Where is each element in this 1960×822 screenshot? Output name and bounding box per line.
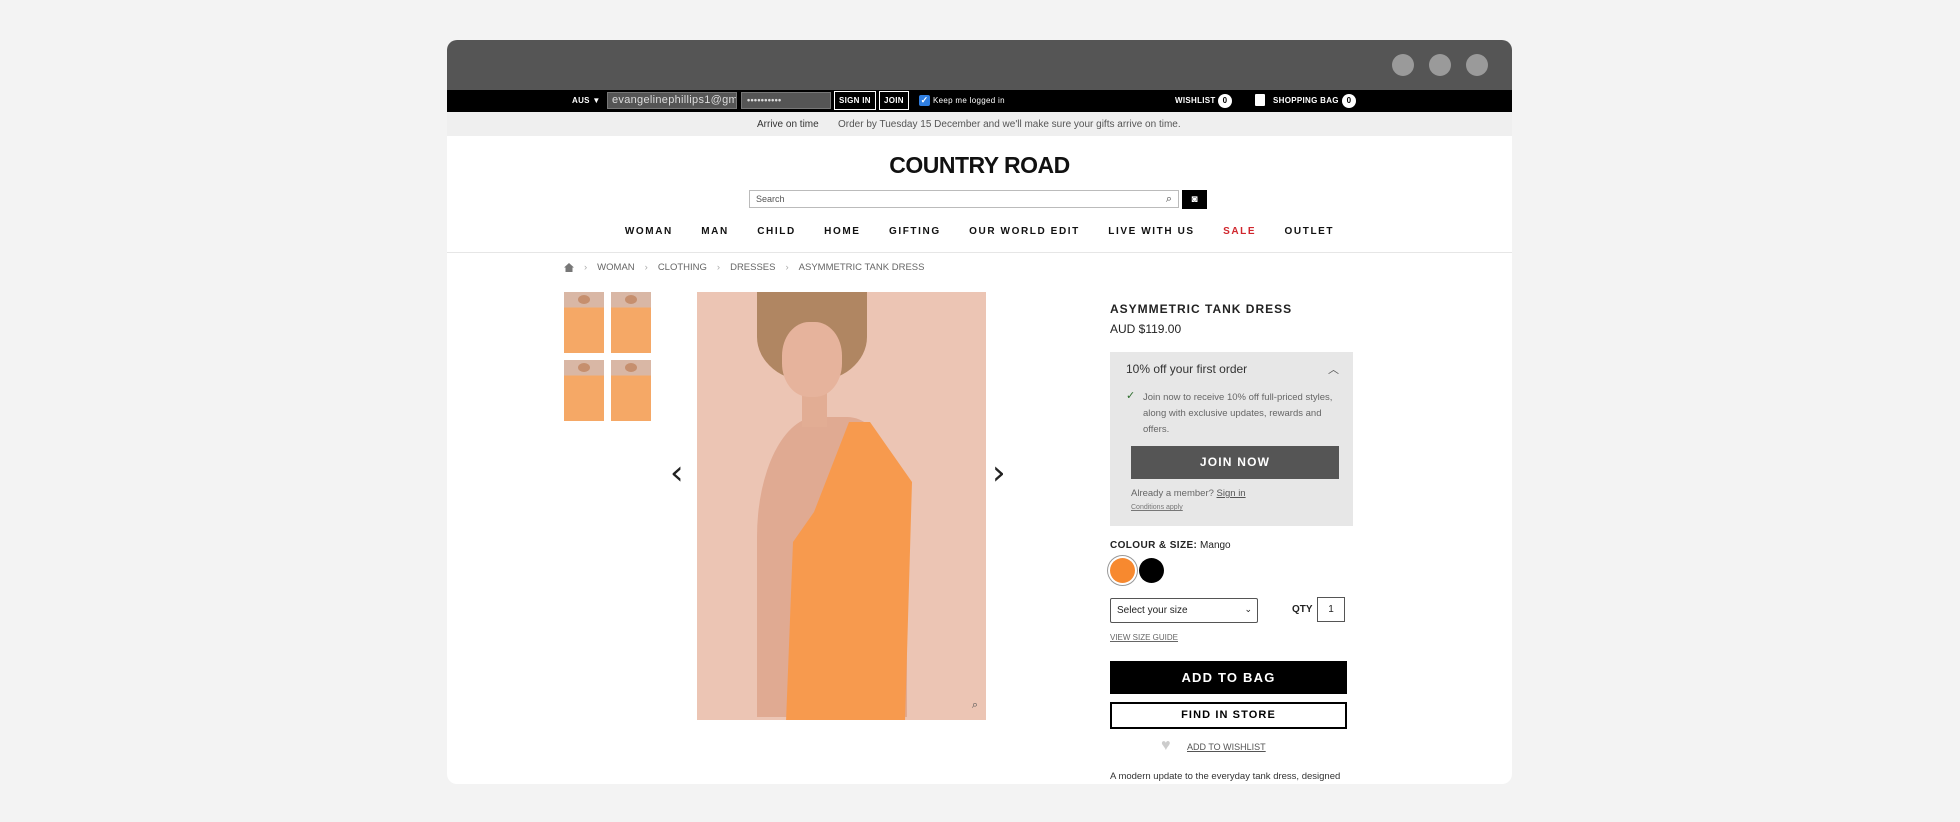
offer-heading[interactable]: 10% off your first order [1126, 362, 1247, 376]
product-thumbnail[interactable] [564, 360, 604, 421]
country-selector[interactable]: AUS ▼ [572, 96, 601, 105]
colour-size-heading: COLOUR & SIZE: [1110, 540, 1198, 551]
camera-icon: ◙ [1191, 194, 1198, 205]
already-member-label: Already a member? [1131, 488, 1214, 499]
promo-text: Order by Tuesday 15 December and we'll m… [838, 119, 1181, 130]
search-placeholder: Search [756, 194, 785, 204]
already-member-text: Already a member? Sign in [1131, 488, 1246, 499]
offer-sign-in-link[interactable]: Sign in [1217, 488, 1246, 499]
shopping-bag-link[interactable]: SHOPPING BAG [1273, 96, 1339, 105]
keep-logged-in-checkbox[interactable]: ✓ [919, 95, 930, 106]
join-now-button[interactable]: JOIN NOW [1131, 446, 1339, 479]
chevron-up-icon[interactable]: ︿ [1328, 361, 1339, 377]
wishlist-count-badge: 0 [1218, 94, 1232, 108]
join-button[interactable]: JOIN [879, 91, 909, 110]
site-logo[interactable]: COUNTRY ROAD [447, 152, 1512, 179]
keep-logged-in-label: Keep me logged in [933, 96, 1005, 105]
nav-woman[interactable]: WOMAN [625, 226, 673, 237]
heart-icon[interactable]: ♥ [1161, 738, 1171, 754]
offer-body: Join now to receive 10% off full-priced … [1143, 392, 1333, 435]
breadcrumb-current: ASYMMETRIC TANK DRESS [798, 262, 925, 273]
next-image-arrow-icon[interactable]: › [992, 456, 1006, 490]
previous-image-arrow-icon[interactable]: ‹ [670, 456, 684, 490]
size-guide-link[interactable]: VIEW SIZE GUIDE [1110, 633, 1178, 642]
product-description: A modern update to the everyday tank dre… [1110, 771, 1341, 782]
conditions-apply-link[interactable]: Conditions apply [1131, 504, 1183, 511]
window-maximize-button[interactable] [1429, 54, 1451, 76]
breadcrumb-separator: › [716, 262, 721, 273]
chevron-down-icon: ⌄ [1244, 604, 1252, 614]
size-select[interactable]: Select your size ⌄ [1110, 598, 1258, 623]
utility-bar: AUS ▼ evangelinephillips1@gmail.com ••••… [447, 90, 1512, 112]
add-to-bag-button[interactable]: ADD TO BAG [1110, 661, 1347, 694]
search-input[interactable]: Search ⌕ [749, 190, 1179, 208]
breadcrumb-dresses[interactable]: DRESSES [730, 262, 775, 273]
nav-our-world-edit[interactable]: OUR WORLD EDIT [969, 226, 1080, 237]
nav-sale[interactable]: SALE [1223, 226, 1256, 237]
product-main-image[interactable]: ⌕ [697, 292, 986, 720]
nav-child[interactable]: CHILD [757, 226, 796, 237]
nav-home[interactable]: HOME [824, 226, 860, 237]
browser-window: AUS ▼ evangelinephillips1@gmail.com ••••… [447, 40, 1512, 784]
email-field[interactable]: evangelinephillips1@gmail.com [607, 92, 737, 109]
selected-colour: Mango [1200, 540, 1231, 551]
breadcrumb-clothing[interactable]: CLOTHING [658, 262, 707, 273]
colour-swatch-mango[interactable] [1110, 558, 1135, 583]
nav-live-with-us[interactable]: LIVE WITH US [1108, 226, 1194, 237]
password-field[interactable]: •••••••••• [741, 92, 831, 109]
product-title: ASYMMETRIC TANK DRESS [1110, 302, 1293, 316]
wishlist-link[interactable]: WISHLIST [1175, 96, 1216, 105]
window-titlebar [447, 40, 1512, 90]
breadcrumb: › WOMAN › CLOTHING › DRESSES › ASYMMETRI… [564, 262, 924, 273]
main-nav: WOMAN MAN CHILD HOME GIFTING OUR WORLD E… [447, 226, 1512, 237]
breadcrumb-separator: › [644, 262, 648, 273]
colour-swatch-black[interactable] [1139, 558, 1164, 583]
bag-count-badge: 0 [1342, 94, 1356, 108]
quantity-input[interactable]: 1 [1317, 597, 1345, 622]
promo-title: Arrive on time [757, 119, 819, 130]
product-thumbnail[interactable] [611, 292, 651, 353]
product-thumbnail[interactable] [564, 292, 604, 353]
size-select-value: Select your size [1117, 605, 1188, 616]
header-divider [447, 252, 1512, 253]
promo-banner: Arrive on time Order by Tuesday 15 Decem… [447, 112, 1512, 136]
shopping-bag-icon [1255, 94, 1265, 106]
window-close-button[interactable] [1466, 54, 1488, 76]
breadcrumb-separator: › [584, 262, 588, 273]
breadcrumb-woman[interactable]: WOMAN [597, 262, 634, 273]
product-thumbnail[interactable] [611, 360, 651, 421]
nav-man[interactable]: MAN [701, 226, 729, 237]
nav-outlet[interactable]: OUTLET [1285, 226, 1335, 237]
qty-label: QTY [1292, 604, 1313, 615]
add-to-wishlist-link[interactable]: ADD TO WISHLIST [1187, 742, 1266, 752]
first-order-offer-panel: 10% off your first order ︿ ✓ Join now to… [1110, 352, 1353, 526]
nav-gifting[interactable]: GIFTING [889, 226, 941, 237]
home-icon[interactable] [564, 263, 574, 272]
colour-size-label: COLOUR & SIZE: Mango [1110, 540, 1231, 551]
window-minimize-button[interactable] [1392, 54, 1414, 76]
sign-in-button[interactable]: SIGN IN [834, 91, 876, 110]
breadcrumb-separator: › [785, 262, 789, 273]
find-in-store-button[interactable]: FIND IN STORE [1110, 702, 1347, 729]
search-icon[interactable]: ⌕ [1166, 193, 1172, 206]
check-icon: ✓ [1126, 390, 1136, 402]
camera-search-button[interactable]: ◙ [1182, 190, 1207, 209]
product-price: AUD $119.00 [1110, 322, 1182, 336]
zoom-icon[interactable]: ⌕ [972, 699, 978, 712]
